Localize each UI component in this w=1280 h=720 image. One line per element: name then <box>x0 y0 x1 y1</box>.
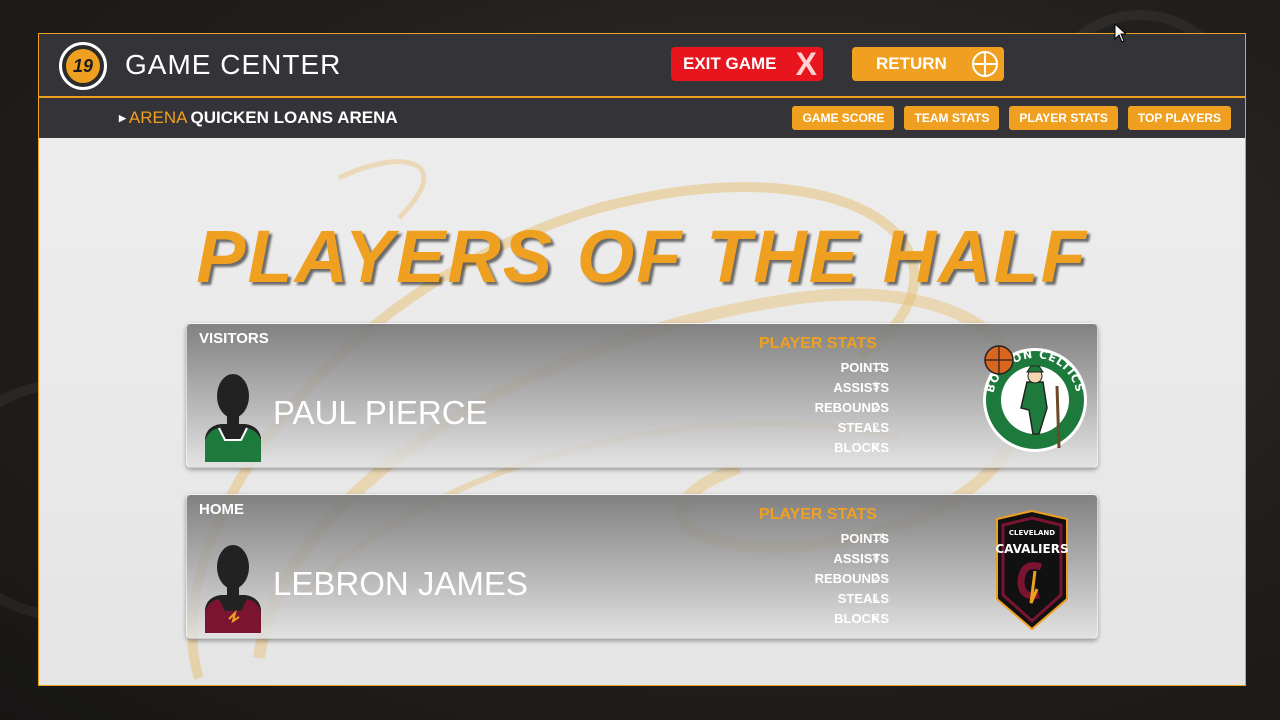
stat-label: ASSISTS <box>833 551 889 566</box>
logo-number: 19 <box>66 49 100 83</box>
nba2k19-logo-icon: 19 <box>59 42 107 90</box>
boston-celtics-logo-icon: BOSTON CELTICS <box>983 345 1087 452</box>
player-silhouette-icon <box>205 374 261 462</box>
cleveland-cavaliers-logo-icon: CLEVELAND CAVALIERS <box>995 509 1069 631</box>
player-stats-title: PLAYER STATS <box>759 506 877 523</box>
stat-row-blocks: BLOCKS 0 <box>747 611 917 631</box>
stat-value: 8 <box>873 552 880 564</box>
basketball-icon <box>972 51 998 77</box>
stat-value: 2 <box>873 401 880 413</box>
player-card-visitors: VISITORS PAUL PIERCE PLAYER STATS POINTS… <box>186 323 1098 468</box>
nav-tabs: GAME SCORE TEAM STATS PLAYER STATS TOP P… <box>792 106 1231 130</box>
tab-player-stats[interactable]: PLAYER STATS <box>1009 106 1118 130</box>
stat-row-rebounds: REBOUNDS 2 <box>747 400 917 420</box>
stat-row-blocks: BLOCKS 0 <box>747 440 917 460</box>
mouse-cursor-icon <box>1114 23 1126 43</box>
arena-info: ▶ ARENA QUICKEN LOANS ARENA <box>119 108 398 128</box>
exit-game-label: EXIT GAME <box>683 54 777 73</box>
tab-top-players[interactable]: TOP PLAYERS <box>1127 106 1231 130</box>
headline: PLAYERS OF THE HALF <box>196 215 1088 298</box>
arena-name: QUICKEN LOANS ARENA <box>190 108 398 127</box>
stat-row-rebounds: REBOUNDS 2 <box>747 571 917 591</box>
stat-row-steals: STEALS 2 <box>747 420 917 440</box>
cavs-logo-text-main: CAVALIERS <box>995 542 1068 556</box>
player-name: LEBRON JAMES <box>273 565 528 602</box>
side-label: VISITORS <box>199 330 269 347</box>
return-label: RETURN <box>876 54 947 73</box>
tab-team-stats[interactable]: TEAM STATS <box>904 106 1000 130</box>
top-bar: 19 GAME CENTER EXIT GAME X RETURN <box>39 34 1245 98</box>
side-label: HOME <box>199 501 244 518</box>
stat-value: 5 <box>873 381 880 393</box>
stat-value: 18 <box>873 532 886 544</box>
stat-value: 0 <box>873 441 880 453</box>
stat-row-points: POINTS 11 <box>747 360 917 380</box>
stat-label: BLOCKS <box>834 440 889 455</box>
stat-row-assists: ASSISTS 5 <box>747 380 917 400</box>
stat-row-points: POINTS 18 <box>747 531 917 551</box>
player-silhouette-icon <box>205 545 261 633</box>
arena-label: ARENA <box>128 108 188 127</box>
sub-bar: ▶ ARENA QUICKEN LOANS ARENA GAME SCORE TEA… <box>39 98 1245 138</box>
stat-row-steals: STEALS 1 <box>747 591 917 611</box>
tab-game-score[interactable]: GAME SCORE <box>792 106 895 130</box>
main-content: PLAYERS OF THE HALF VISITORS PAUL PIERCE… <box>39 138 1245 685</box>
stat-value: 2 <box>873 572 880 584</box>
stat-value: 0 <box>873 612 880 624</box>
stat-label: BLOCKS <box>834 611 889 626</box>
close-icon: X <box>795 46 817 82</box>
stat-value: 1 <box>873 592 880 604</box>
game-center-window: 19 GAME CENTER EXIT GAME X RETURN ▶ ARENA… <box>38 33 1246 686</box>
stat-label: ASSISTS <box>833 380 889 395</box>
return-button[interactable]: RETURN <box>852 47 1004 81</box>
page-title: GAME CENTER <box>125 49 342 80</box>
player-stats-title: PLAYER STATS <box>759 335 877 352</box>
player-name: PAUL PIERCE <box>273 394 488 431</box>
stat-label: STEALS <box>837 420 889 435</box>
cavs-logo-text-top: CLEVELAND <box>1009 529 1055 537</box>
player-card-home: HOME LEBRON JAMES PLAYER STATS POINTS 18… <box>186 494 1098 639</box>
exit-game-button[interactable]: EXIT GAME X <box>671 47 823 81</box>
caret-right-icon: ▶ <box>119 113 126 123</box>
stat-row-assists: ASSISTS 8 <box>747 551 917 571</box>
stat-value: 11 <box>873 361 885 373</box>
stat-label: STEALS <box>837 591 889 606</box>
stat-value: 2 <box>873 421 880 433</box>
